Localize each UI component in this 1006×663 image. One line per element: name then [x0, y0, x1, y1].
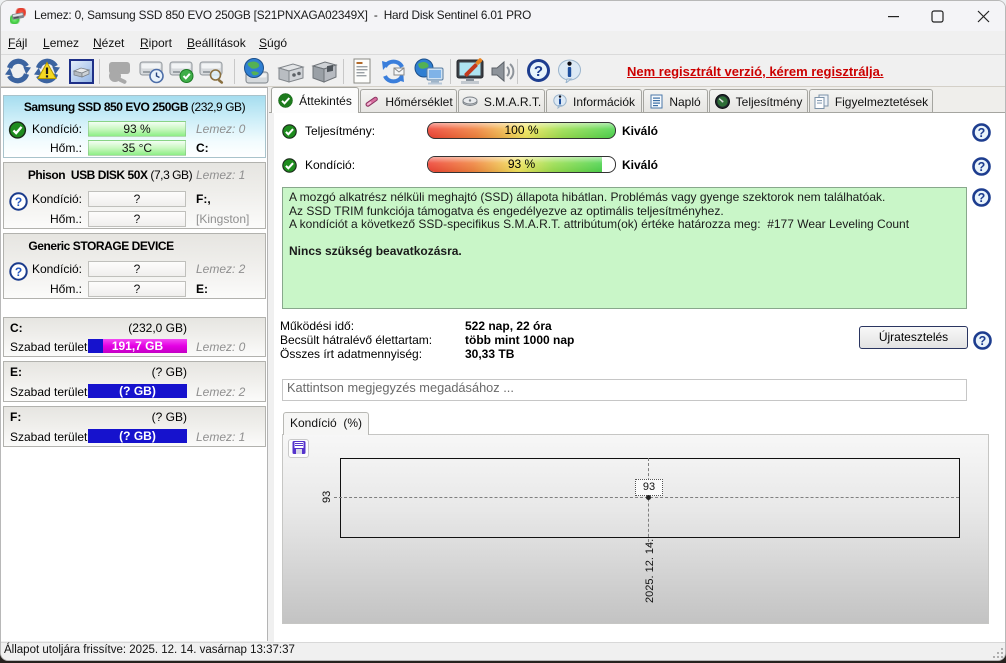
- svg-text:?: ?: [978, 160, 986, 174]
- svg-text:?: ?: [978, 191, 986, 205]
- svg-text:?: ?: [979, 334, 987, 348]
- svg-text:?: ?: [978, 126, 986, 140]
- svg-text:?: ?: [534, 63, 543, 80]
